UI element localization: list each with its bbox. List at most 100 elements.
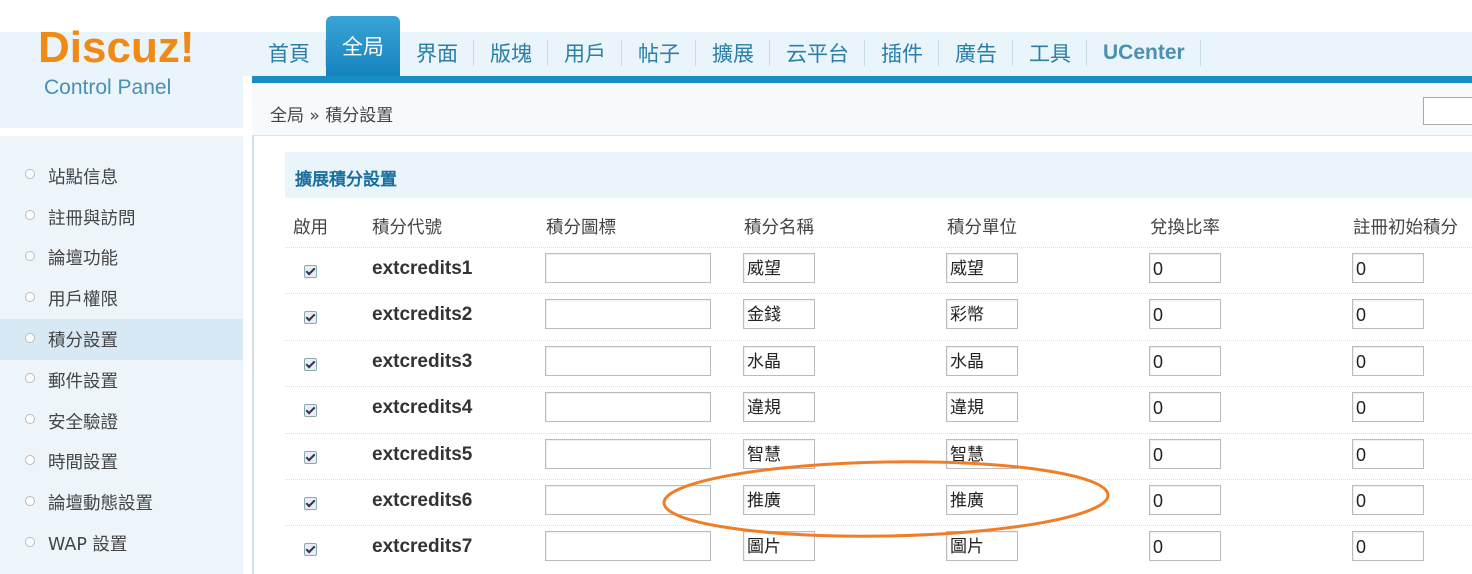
logo[interactable]: Discuz! Control Panel (0, 0, 243, 128)
sidebar-item-credits[interactable]: 積分設置 (0, 319, 243, 360)
tab-global[interactable]: 全局 (326, 16, 400, 76)
section-header: 擴展積分設置 (285, 152, 1472, 198)
enabled-checkbox[interactable] (304, 357, 317, 371)
breadcrumb-bar: 全局 » 積分設置 (252, 83, 1472, 136)
tab-label: 擴展 (712, 42, 754, 66)
credit-icon-field[interactable] (545, 299, 711, 330)
credit-unit-field[interactable]: 水晶 (946, 345, 1018, 376)
credit-icon-field[interactable] (545, 485, 711, 515)
credit-unit-field[interactable]: 彩幣 (946, 299, 1018, 330)
credit-unit-field[interactable]: 圖片 (946, 531, 1018, 562)
initial-credit-field[interactable]: 0 (1352, 485, 1424, 515)
bullet-icon (25, 250, 35, 261)
exchange-ratio-field[interactable]: 0 (1149, 299, 1221, 330)
sidebar-item-wap[interactable]: WAP 設置 (0, 523, 243, 564)
col-header-code: 積分代號 (372, 218, 442, 238)
tab-label: 插件 (881, 42, 923, 66)
credit-name-field[interactable]: 推廣 (743, 485, 815, 515)
credit-name-field[interactable]: 智慧 (743, 438, 815, 469)
logo-title: Discuz! (38, 23, 195, 72)
credit-name-field[interactable]: 威望 (743, 253, 815, 283)
credit-icon-field[interactable] (545, 345, 711, 376)
initial-credit-field[interactable]: 0 (1352, 299, 1424, 330)
sidebar-item-security[interactable]: 安全驗證 (0, 401, 243, 442)
credit-icon-field[interactable] (545, 253, 711, 283)
breadcrumb: 全局 » 積分設置 (270, 106, 394, 126)
tab-label: 版塊 (490, 42, 532, 66)
credit-unit-field[interactable]: 推廣 (946, 485, 1018, 515)
exchange-ratio-field[interactable]: 0 (1149, 438, 1221, 469)
sidebar-item-user-permissions[interactable]: 用戶權限 (0, 278, 243, 319)
credit-unit-field[interactable]: 威望 (946, 253, 1018, 283)
sidebar-item-label: 積分設置 (48, 331, 118, 352)
enabled-checkbox[interactable] (304, 265, 317, 278)
tab-extended[interactable]: 擴展 (696, 30, 770, 76)
credit-code: extcredits2 (372, 304, 473, 326)
section-title: 擴展積分設置 (295, 170, 397, 190)
credit-name-field[interactable]: 金錢 (743, 299, 815, 330)
credit-name-field[interactable]: 違規 (743, 392, 815, 423)
initial-credit-field[interactable]: 0 (1352, 345, 1424, 376)
tab-cloud[interactable]: 云平台 (770, 30, 865, 76)
bullet-icon (25, 332, 35, 343)
credit-code: extcredits5 (372, 443, 473, 465)
table-row: extcredits4 違規 違規 0 0 (285, 386, 1472, 433)
tab-threads[interactable]: 帖子 (622, 30, 696, 76)
tab-label: 云平台 (786, 42, 849, 66)
col-header-ratio: 兌換比率 (1150, 218, 1220, 238)
initial-credit-field[interactable]: 0 (1352, 438, 1424, 469)
tab-ads[interactable]: 廣告 (939, 30, 1013, 76)
tab-label: 界面 (416, 42, 458, 66)
col-header-icon: 積分圖標 (546, 218, 616, 238)
tab-ucenter[interactable]: UCenter (1087, 30, 1201, 76)
credit-code: extcredits7 (372, 536, 473, 558)
tab-label: 廣告 (955, 42, 997, 66)
bullet-icon (25, 373, 35, 384)
bullet-icon (25, 454, 35, 465)
exchange-ratio-field[interactable]: 0 (1149, 392, 1221, 423)
initial-credit-field[interactable]: 0 (1352, 392, 1424, 423)
col-header-name: 積分名稱 (744, 218, 814, 238)
sidebar-item-register[interactable]: 註冊與訪問 (0, 197, 243, 238)
bullet-icon (25, 536, 35, 547)
credit-name-field[interactable]: 圖片 (743, 531, 815, 562)
credit-icon-field[interactable] (545, 438, 711, 469)
enabled-checkbox[interactable] (304, 404, 317, 418)
enabled-checkbox[interactable] (304, 543, 317, 557)
credit-code: extcredits6 (372, 490, 473, 511)
tab-home[interactable]: 首頁 (252, 30, 326, 76)
sidebar-item-mail[interactable]: 郵件設置 (0, 360, 243, 401)
tab-label: 帖子 (638, 42, 680, 66)
sidebar-item-site-info[interactable]: 站點信息 (0, 156, 243, 197)
tab-forums[interactable]: 版塊 (474, 30, 548, 76)
initial-credit-field[interactable]: 0 (1352, 253, 1424, 283)
sidebar-menu: 站點信息 註冊與訪問 論壇功能 用戶權限 積分設置 郵件設置 安全驗證 時間設置… (0, 156, 243, 564)
sidebar-item-feed[interactable]: 論壇動態設置 (0, 482, 243, 523)
tab-plugins[interactable]: 插件 (865, 30, 939, 76)
exchange-ratio-field[interactable]: 0 (1149, 345, 1221, 376)
enabled-checkbox[interactable] (304, 497, 317, 510)
credit-code: extcredits1 (372, 258, 473, 279)
credit-unit-field[interactable]: 違規 (946, 392, 1018, 423)
table-row: extcredits5 智慧 智慧 0 0 (285, 432, 1472, 480)
enabled-checkbox[interactable] (304, 450, 317, 464)
sidebar-item-label: 用戶權限 (48, 290, 118, 311)
exchange-ratio-field[interactable]: 0 (1149, 485, 1221, 515)
tab-tools[interactable]: 工具 (1013, 30, 1087, 76)
credit-name-field[interactable]: 水晶 (743, 345, 815, 376)
credit-icon-field[interactable] (545, 392, 711, 423)
enabled-checkbox[interactable] (304, 311, 317, 325)
exchange-ratio-field[interactable]: 0 (1149, 253, 1221, 283)
sidebar-item-label: 時間設置 (48, 453, 118, 474)
tab-users[interactable]: 用戶 (548, 30, 622, 76)
sidebar-gap (0, 128, 243, 136)
tab-interface[interactable]: 界面 (400, 30, 474, 76)
bullet-icon (25, 291, 35, 302)
credit-icon-field[interactable] (545, 531, 711, 562)
initial-credit-field[interactable]: 0 (1352, 531, 1424, 562)
sidebar-item-forum-features[interactable]: 論壇功能 (0, 238, 243, 279)
sidebar-item-time[interactable]: 時間設置 (0, 442, 243, 483)
search-input[interactable] (1423, 97, 1472, 125)
exchange-ratio-field[interactable]: 0 (1149, 531, 1221, 562)
credit-unit-field[interactable]: 智慧 (946, 438, 1018, 469)
